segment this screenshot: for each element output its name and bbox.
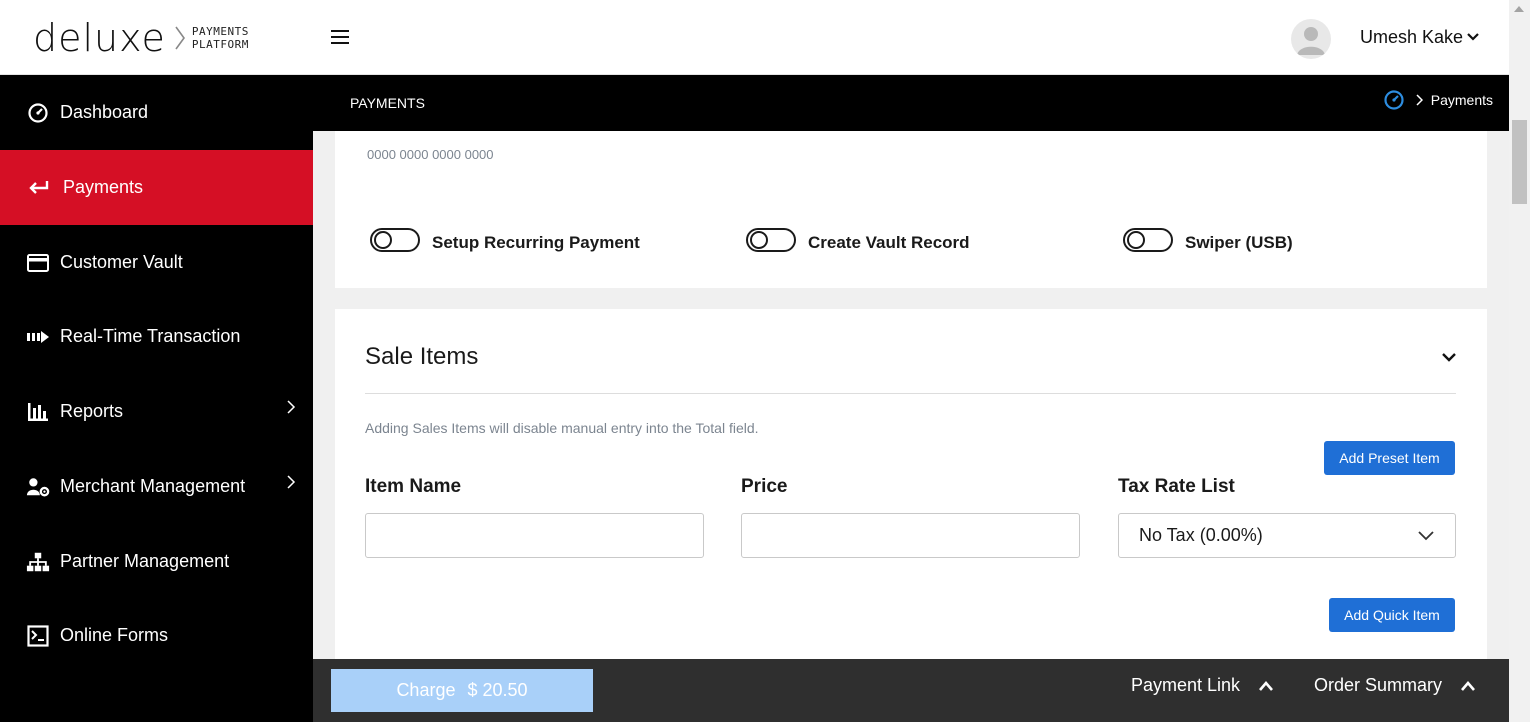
user-gear-icon	[26, 475, 50, 499]
chevron-right-icon	[287, 400, 296, 414]
charge-label: Charge	[396, 680, 456, 700]
breadcrumb: PAYMENTS Payments	[313, 75, 1509, 131]
top-header: deluxe PAYMENTS PLATFORM Umesh Kake	[0, 0, 1509, 75]
sidebar-item-payments[interactable]: Payments	[0, 150, 313, 225]
chevron-down-icon[interactable]	[1441, 351, 1457, 363]
card-number-placeholder: 0000 0000 0000 0000	[367, 147, 494, 162]
sale-items-title: Sale Items	[365, 343, 479, 370]
swiper-toggle-row: Swiper (USB)	[1123, 227, 1293, 253]
item-name-label: Item Name	[365, 476, 462, 497]
page-scrollbar[interactable]	[1509, 0, 1530, 722]
sidebar-item-customer-vault[interactable]: Customer Vault	[0, 225, 313, 300]
price-label: Price	[741, 476, 788, 497]
vault-record-toggle[interactable]	[746, 228, 796, 252]
sidebar-item-online-forms[interactable]: Online Forms	[0, 598, 313, 673]
payment-link-toggle[interactable]: Payment Link	[1131, 675, 1274, 696]
add-quick-item-button[interactable]: Add Quick Item	[1329, 598, 1455, 632]
tax-rate-select[interactable]: No Tax (0.00%)	[1118, 513, 1456, 558]
dashboard-icon[interactable]	[1383, 89, 1405, 111]
chevron-up-icon	[1461, 680, 1476, 691]
price-input[interactable]	[741, 513, 1080, 558]
breadcrumb-current: Payments	[1430, 92, 1493, 108]
chevron-right-icon	[287, 475, 296, 489]
sidebar-item-real-time-transaction[interactable]: Real-Time Transaction	[0, 299, 313, 374]
payment-details-card: 0000 0000 0000 0000 Setup Recurring Paym…	[335, 131, 1487, 288]
recurring-payment-toggle-row: Setup Recurring Payment	[370, 227, 640, 253]
tax-rate-label: Tax Rate List	[1118, 476, 1235, 497]
org-chart-icon	[26, 550, 50, 574]
chevron-down-icon[interactable]	[1467, 32, 1479, 42]
bottom-action-bar: Charge $ 20.50 Payment Link Order Summar…	[313, 659, 1509, 722]
logo-subtitle: PAYMENTS PLATFORM	[191, 25, 249, 51]
order-summary-toggle[interactable]: Order Summary	[1314, 675, 1476, 696]
page-title: PAYMENTS	[350, 95, 425, 111]
item-name-input[interactable]	[365, 513, 704, 558]
add-preset-item-button[interactable]: Add Preset Item	[1324, 441, 1455, 475]
dashboard-icon	[26, 101, 50, 125]
avatar[interactable]	[1291, 19, 1331, 59]
deluxe-logo[interactable]: deluxe PAYMENTS PLATFORM	[33, 18, 249, 58]
chevron-down-icon	[1418, 531, 1434, 541]
charge-button[interactable]: Charge $ 20.50	[331, 669, 593, 712]
chevron-right-icon	[1416, 94, 1423, 106]
swiper-toggle[interactable]	[1123, 228, 1173, 252]
credit-card-icon	[26, 251, 50, 275]
logo-wordmark: deluxe	[33, 16, 166, 60]
hamburger-menu-icon[interactable]	[331, 30, 349, 46]
user-name[interactable]: Umesh Kake	[1360, 27, 1463, 48]
sidebar-item-reports[interactable]: Reports	[0, 374, 313, 449]
scrollbar-thumb[interactable]	[1512, 120, 1527, 204]
sidebar: Dashboard Payments Customer Vault Real-T…	[0, 75, 313, 722]
fast-forward-icon	[26, 325, 50, 349]
tax-rate-selected: No Tax (0.00%)	[1139, 525, 1263, 545]
scroll-up-arrow-icon[interactable]	[1514, 6, 1524, 12]
sidebar-item-dashboard[interactable]: Dashboard	[0, 75, 313, 150]
form-icon	[26, 624, 50, 648]
sidebar-item-merchant-management[interactable]: Merchant Management	[0, 449, 313, 524]
sidebar-item-partner-management[interactable]: Partner Management	[0, 524, 313, 599]
divider	[365, 393, 1456, 394]
logo-chevron-icon	[175, 26, 185, 50]
sale-items-note: Adding Sales Items will disable manual e…	[365, 420, 759, 436]
vault-record-toggle-row: Create Vault Record	[746, 227, 970, 253]
chevron-up-icon	[1259, 680, 1274, 691]
return-arrow-icon	[26, 176, 50, 200]
bar-chart-icon	[26, 400, 50, 424]
breadcrumb-trail: Payments	[1383, 89, 1493, 111]
recurring-payment-toggle[interactable]	[370, 228, 420, 252]
sale-items-card: Sale Items Adding Sales Items will disab…	[335, 309, 1487, 669]
charge-amount: $ 20.50	[467, 680, 528, 700]
